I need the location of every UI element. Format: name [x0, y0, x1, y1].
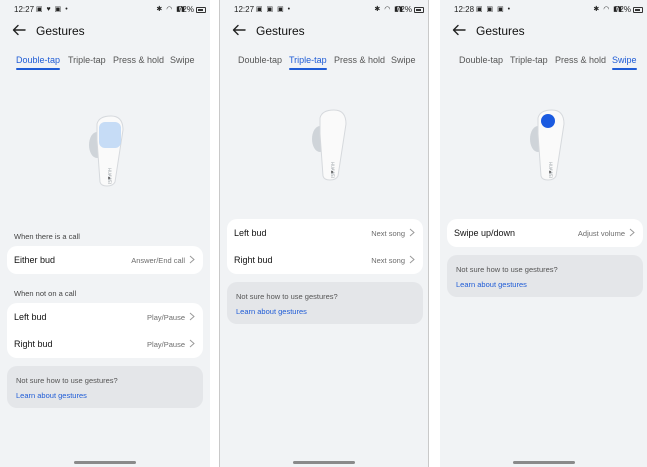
status-time: 12:27	[234, 5, 255, 14]
row-value: Answer/End call	[131, 256, 185, 265]
gesture-tabs: Double-tap Triple-tap Press & hold Swipe	[0, 55, 210, 73]
tab-triple-tap[interactable]: Triple-tap	[68, 55, 106, 65]
tab-double-tap[interactable]: Double-tap	[459, 55, 503, 65]
status-bar: 12:27 ▣ ▣ ▣ • ✱ ◠ ▮▮ 72%	[220, 5, 428, 17]
page-title: Gestures	[476, 24, 525, 38]
tab-double-tap[interactable]: Double-tap	[238, 55, 282, 65]
row-label: Right bud	[234, 255, 273, 265]
battery-icon	[196, 7, 206, 13]
gesture-tabs: Double-tap Triple-tap Press & hold Swipe	[440, 55, 647, 73]
chevron-right-icon	[189, 312, 195, 321]
battery-percent: 72%	[177, 5, 194, 14]
tab-press-and-hold[interactable]: Press & hold	[113, 55, 164, 65]
chevron-right-icon	[189, 339, 195, 348]
triple-tap-settings-card: Left bud Next song Right bud Next song	[227, 219, 423, 274]
status-bar: 12:28 ▣ ▣ ▣ • ✱ ◠ ▮▮ 72%	[440, 5, 647, 17]
earbud-brand-text: HUAWEI	[330, 162, 335, 178]
tab-double-tap[interactable]: Double-tap	[16, 55, 61, 70]
help-text: Not sure how to use gestures?	[236, 292, 338, 301]
tab-swipe[interactable]: Swipe	[612, 55, 637, 70]
row-value: Next song	[371, 256, 405, 265]
top-app-bar: Gestures	[440, 20, 647, 42]
phone-screen-swipe: 12:28 ▣ ▣ ▣ • ✱ ◠ ▮▮ 72% Gestures Double…	[440, 0, 647, 467]
notification-icons: ▣ ▣ ▣ •	[476, 6, 512, 13]
home-indicator[interactable]	[74, 461, 136, 464]
home-indicator[interactable]	[512, 461, 575, 464]
help-text: Not sure how to use gestures?	[456, 265, 558, 274]
gesture-tabs: Double-tap Triple-tap Press & hold Swipe	[220, 55, 428, 73]
learn-about-gestures-link[interactable]: Learn about gestures	[236, 307, 307, 316]
chevron-right-icon	[629, 228, 635, 237]
status-bar: 12:27 ▣ ♥ ▣ • ✱ ◠ ▮▮ 72%	[0, 5, 210, 17]
call-settings-card: Either bud Answer/End call	[7, 246, 203, 274]
phone-screen-double-tap: 12:27 ▣ ♥ ▣ • ✱ ◠ ▮▮ 72% Gestures Double…	[0, 0, 210, 467]
earbud-brand-text: HUAWEI	[107, 168, 112, 184]
chevron-right-icon	[409, 255, 415, 264]
help-card: Not sure how to use gestures? Learn abou…	[227, 282, 423, 324]
earbud-illustration-double-tap: HUAWEI	[89, 115, 124, 187]
row-value: Play/Pause	[147, 313, 185, 322]
tab-press-and-hold[interactable]: Press & hold	[334, 55, 385, 65]
earbud-brand-text: HUAWEI	[548, 162, 553, 178]
help-text: Not sure how to use gestures?	[16, 376, 118, 385]
row-label: Left bud	[14, 312, 47, 322]
home-indicator[interactable]	[293, 461, 355, 464]
top-app-bar: Gestures	[220, 20, 428, 42]
row-value: Adjust volume	[577, 229, 625, 238]
row-value: Play/Pause	[147, 340, 185, 349]
notification-icons: ▣ ▣ ▣ •	[256, 6, 292, 13]
battery-percent: 72%	[395, 5, 412, 14]
status-time: 12:28	[454, 5, 475, 14]
help-card: Not sure how to use gestures? Learn abou…	[7, 366, 203, 408]
help-card: Not sure how to use gestures? Learn abou…	[447, 255, 643, 297]
page-title: Gestures	[36, 24, 85, 38]
no-call-settings-card: Left bud Play/Pause Right bud Play/Pause	[7, 303, 203, 358]
battery-percent: 72%	[614, 5, 631, 14]
learn-about-gestures-link[interactable]: Learn about gestures	[16, 391, 87, 400]
back-arrow-icon[interactable]	[452, 23, 466, 37]
right-bud-row[interactable]: Right bud Next song	[227, 246, 423, 273]
either-bud-row[interactable]: Either bud Answer/End call	[7, 246, 203, 273]
earbud-illustration-triple-tap: HUAWEI	[312, 109, 347, 181]
tab-swipe[interactable]: Swipe	[170, 55, 195, 65]
notification-icons: ▣ ♥ ▣ •	[36, 6, 69, 13]
back-arrow-icon[interactable]	[232, 23, 246, 37]
section-label-no-call: When not on a call	[14, 289, 77, 298]
phone-screen-triple-tap: 12:27 ▣ ▣ ▣ • ✱ ◠ ▮▮ 72% Gestures Double…	[219, 0, 429, 467]
page-title: Gestures	[256, 24, 305, 38]
row-label: Right bud	[14, 339, 53, 349]
battery-icon	[633, 7, 643, 13]
earbud-illustration-swipe: HUAWEI	[530, 109, 565, 181]
right-bud-row[interactable]: Right bud Play/Pause	[7, 330, 203, 357]
chevron-right-icon	[189, 255, 195, 264]
swipe-indicator-dot	[541, 114, 555, 128]
left-bud-row[interactable]: Left bud Next song	[227, 219, 423, 246]
swipe-up-down-row[interactable]: Swipe up/down Adjust volume	[447, 219, 643, 246]
learn-about-gestures-link[interactable]: Learn about gestures	[456, 280, 527, 289]
back-arrow-icon[interactable]	[12, 23, 26, 37]
battery-icon	[414, 7, 424, 13]
chevron-right-icon	[409, 228, 415, 237]
top-app-bar: Gestures	[0, 20, 210, 42]
row-label: Either bud	[14, 255, 56, 265]
row-label: Swipe up/down	[454, 228, 516, 238]
status-time: 12:27	[14, 5, 35, 14]
row-label: Left bud	[234, 228, 267, 238]
tab-triple-tap[interactable]: Triple-tap	[289, 55, 327, 70]
row-value: Next song	[371, 229, 405, 238]
tab-triple-tap[interactable]: Triple-tap	[510, 55, 548, 65]
section-label-call: When there is a call	[14, 232, 80, 241]
left-bud-row[interactable]: Left bud Play/Pause	[7, 303, 203, 330]
swipe-settings-card: Swipe up/down Adjust volume	[447, 219, 643, 247]
tab-press-and-hold[interactable]: Press & hold	[555, 55, 606, 65]
tab-swipe[interactable]: Swipe	[391, 55, 416, 65]
